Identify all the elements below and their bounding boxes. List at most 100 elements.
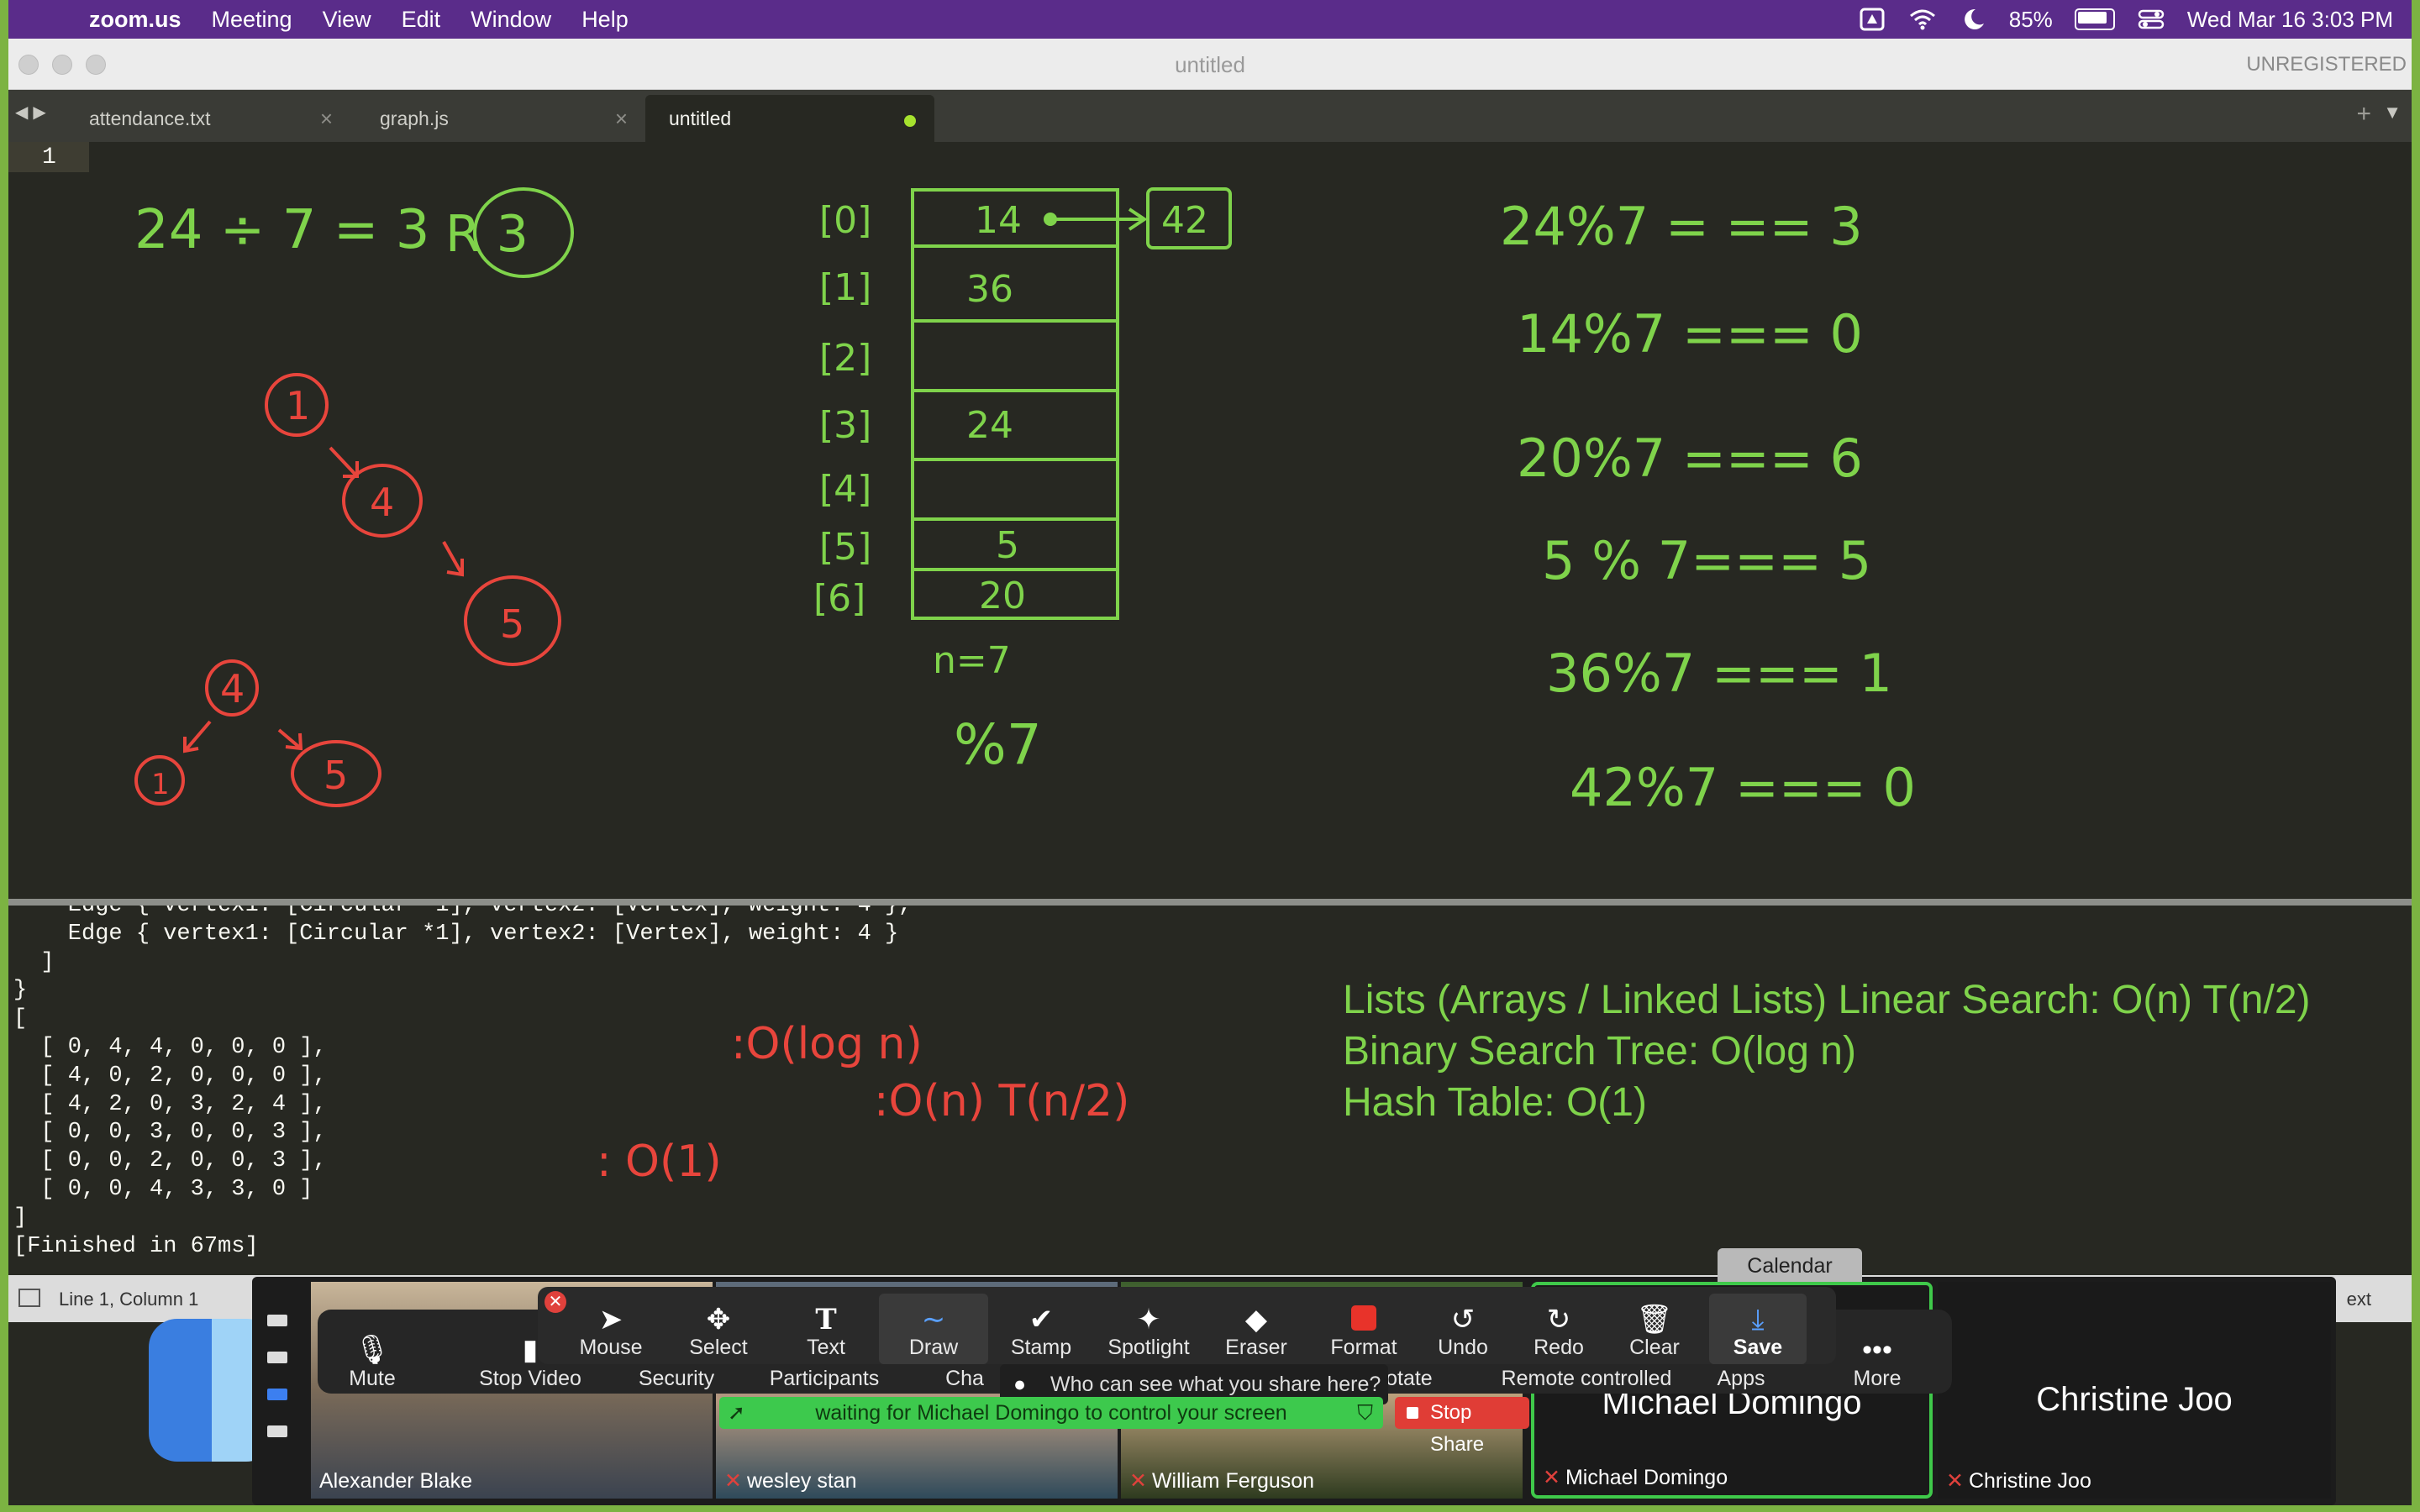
stop-share-label: Stop Share <box>1430 1401 1485 1456</box>
editor-area[interactable]: 1 24 ÷ 7 = 3 R 3 [0] [1] [2] [3] [4] [5]… <box>8 142 2412 898</box>
console-divider[interactable] <box>8 899 2412 906</box>
close-annotation-toolbar-icon[interactable]: ✕ <box>544 1291 566 1313</box>
participant-name: ✕ wesley stan <box>724 1468 857 1494</box>
remainder-text: R 3 <box>445 205 529 264</box>
more-dots-icon: ••• <box>1862 1334 1892 1366</box>
tree-sketch <box>134 373 561 807</box>
slot-value: 5 <box>996 524 1019 567</box>
o1-note: : O(1) <box>597 1137 722 1187</box>
save-icon: ⤓ <box>1751 1304 1765 1336</box>
mod-result: 14%7 === 0 <box>1517 303 1863 365</box>
tree-node-label: 5 <box>324 753 348 798</box>
participant-name-text: Christine Joo <box>1968 1469 2091 1493</box>
muted-mic-icon: ✕ <box>1129 1469 1147 1493</box>
annot-tool-format[interactable]: Format <box>1309 1302 1418 1360</box>
menu-meeting[interactable]: Meeting <box>212 7 292 33</box>
menu-help[interactable]: Help <box>581 7 629 33</box>
complexity-line: Binary Search Tree: O(log n) <box>1343 1029 1856 1074</box>
participant-name: ✕ Christine Joo <box>1946 1468 2091 1494</box>
moon-icon[interactable] <box>1959 7 1987 32</box>
annot-tool-save[interactable]: ⤓ Save <box>1709 1294 1807 1364</box>
menu-window[interactable]: Window <box>471 7 551 33</box>
menu-app-name[interactable]: zoom.us <box>89 7 182 33</box>
tool-label: Select <box>689 1336 748 1359</box>
button-label: Cha <box>945 1367 984 1390</box>
annot-tool-redo[interactable]: ↻ Redo <box>1512 1302 1605 1360</box>
slot-value: 14 <box>975 199 1022 242</box>
muted-mic-icon: ✕ <box>1543 1466 1560 1489</box>
battery-percent: 85% <box>2008 6 2053 32</box>
participant-tile[interactable]: Christine Joo ✕ Christine Joo <box>1938 1282 2331 1499</box>
microphone-icon: 🎙 <box>354 1334 391 1366</box>
tab-nav-arrows-icon[interactable]: ◀▶ <box>15 102 51 123</box>
index-label: [5] <box>819 526 871 569</box>
annot-tool-undo[interactable]: ↺ Undo <box>1417 1302 1509 1360</box>
annot-tool-mouse[interactable]: ➤ Mouse <box>556 1302 666 1360</box>
button-label: Apps <box>1717 1367 1765 1390</box>
new-tab-plus-icon[interactable]: + <box>2356 100 2371 129</box>
tree-node-label: 4 <box>370 480 394 525</box>
more-button[interactable]: ••• More <box>1835 1333 1919 1391</box>
menubar-clock[interactable]: Wed Mar 16 3:03 PM <box>2187 7 2393 33</box>
hash-table-drawing <box>911 187 1232 620</box>
tool-label: Mouse <box>579 1336 643 1359</box>
mod-result: 20%7 === 6 <box>1517 428 1863 489</box>
annot-tool-stamp[interactable]: ✔ Stamp <box>986 1302 1096 1360</box>
slot-value: 24 <box>966 404 1013 447</box>
index-label: [0] <box>819 199 871 242</box>
close-icon[interactable]: × <box>615 95 628 142</box>
tree-edge <box>329 446 359 478</box>
mod-result: 42%7 === 0 <box>1570 757 1916 818</box>
panel-toggle-icon[interactable] <box>18 1289 40 1307</box>
tab-label: attendance.txt <box>89 108 211 129</box>
syntax-selector[interactable]: ext <box>2347 1289 2371 1310</box>
tool-label: Spotlight <box>1107 1336 1190 1359</box>
annot-tool-spotlight[interactable]: ✦ Spotlight <box>1094 1302 1203 1360</box>
tab-graph[interactable]: graph.js × <box>353 95 643 142</box>
button-label: Security <box>638 1367 715 1390</box>
tab-untitled[interactable]: untitled <box>645 95 934 142</box>
tool-label: Text <box>807 1336 845 1359</box>
mouse-pointer-icon: ➤ <box>598 1304 623 1336</box>
slot-value: 36 <box>966 268 1013 311</box>
annot-tool-select[interactable]: ✥ Select <box>664 1302 773 1360</box>
battery-icon[interactable] <box>2074 8 2115 30</box>
window-title: untitled <box>1175 52 1245 77</box>
undo-icon: ↺ <box>1450 1304 1476 1336</box>
index-label: [2] <box>819 337 871 380</box>
mute-button[interactable]: 🎙 Mute <box>318 1333 427 1391</box>
annot-tool-draw[interactable]: ∼ Draw <box>879 1294 988 1364</box>
menu-edit[interactable]: Edit <box>402 7 441 33</box>
tab-menu-chevron-icon[interactable]: ▼ <box>2383 102 2402 123</box>
tree-labels: 1 4 5 4 1 5 <box>151 383 524 801</box>
tool-label: Save <box>1733 1336 1783 1359</box>
drive-icon[interactable] <box>1858 7 1886 32</box>
unsaved-dot-icon[interactable] <box>904 115 916 127</box>
annot-tool-clear[interactable]: 🗑 Clear <box>1608 1302 1701 1360</box>
annot-tool-eraser[interactable]: ◆ Eraser <box>1202 1302 1311 1360</box>
menu-view[interactable]: View <box>323 7 371 33</box>
close-icon[interactable]: × <box>320 95 333 142</box>
stop-share-button[interactable]: Stop Share <box>1395 1397 1529 1456</box>
tab-attendance[interactable]: attendance.txt × <box>62 95 348 142</box>
annot-tool-text[interactable]: T Text <box>771 1302 881 1360</box>
view-switcher[interactable] <box>267 1315 292 1462</box>
index-label: [3] <box>819 404 871 447</box>
unregistered-label: UNREGISTERED <box>2246 53 2407 76</box>
slot-value: 20 <box>979 575 1026 617</box>
mod-result: 24%7 = == 3 <box>1500 196 1863 257</box>
button-label: Mute <box>349 1367 396 1390</box>
chain-value: 42 <box>1161 199 1208 242</box>
participant-name-text: wesley stan <box>746 1469 857 1493</box>
button-label: Participants <box>769 1367 880 1390</box>
apple-menu-icon[interactable] <box>34 3 66 35</box>
stop-icon <box>1407 1407 1418 1419</box>
wifi-icon[interactable] <box>1908 7 1937 32</box>
muted-mic-icon: ✕ <box>1946 1469 1964 1493</box>
move-icon: ✥ <box>706 1304 731 1336</box>
control-center-icon[interactable] <box>2137 7 2165 32</box>
tool-label: Format <box>1330 1336 1397 1359</box>
check-stamp-icon: ✔ <box>1028 1304 1054 1336</box>
tool-label: Clear <box>1629 1336 1680 1359</box>
shield-check-icon: ⛉ <box>1357 1401 1373 1425</box>
